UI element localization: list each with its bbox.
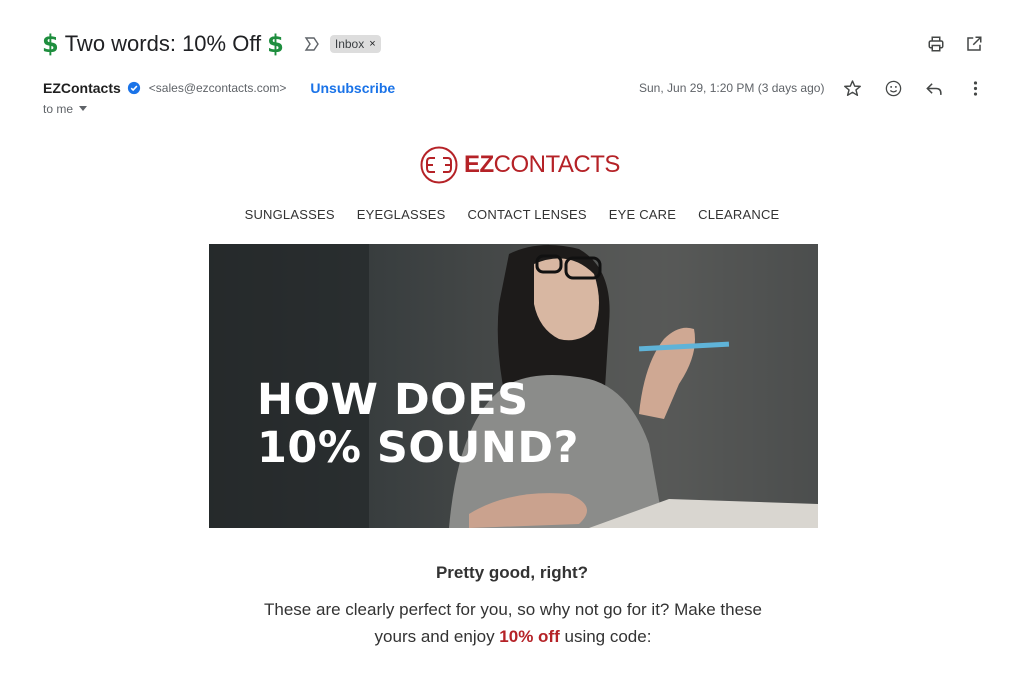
sender-email: <sales@ezcontacts.com> xyxy=(148,81,287,95)
ezcontacts-logo[interactable]: EZCONTACTS xyxy=(420,146,620,184)
unsubscribe-link[interactable]: Unsubscribe xyxy=(310,80,395,96)
sender-row: EZContacts <sales@ezcontacts.com> Unsubs… xyxy=(43,80,395,96)
sender-name[interactable]: EZContacts xyxy=(43,80,121,96)
nav-eyeglasses[interactable]: EYEGLASSES xyxy=(357,207,446,222)
inbox-label-text: Inbox xyxy=(334,37,365,51)
nav-sunglasses[interactable]: SUNGLASSES xyxy=(245,207,335,222)
reply-icon[interactable] xyxy=(924,78,944,98)
dollar-emoji-right: $ xyxy=(267,30,284,58)
email-paragraph: These are clearly perfect for you, so wh… xyxy=(250,596,776,650)
message-date: Sun, Jun 29, 1:20 PM (3 days ago) xyxy=(639,81,825,95)
hero-banner[interactable]: HOW DOES 10% SOUND? xyxy=(209,244,818,528)
message-actions xyxy=(842,78,985,98)
hero-line-2: 10% SOUND? xyxy=(257,423,579,473)
nav-clearance[interactable]: CLEARANCE xyxy=(698,207,779,222)
importance-marker-icon[interactable] xyxy=(304,37,320,51)
verified-badge-icon xyxy=(127,81,140,95)
email-nav: SUNGLASSES EYEGLASSES CONTACT LENSES EYE… xyxy=(0,207,1024,222)
recipient-label: to me xyxy=(43,102,74,116)
logo-rest-part: CONTACTS xyxy=(493,151,621,178)
nav-eye-care[interactable]: EYE CARE xyxy=(609,207,676,222)
inbox-label-chip: Inbox × xyxy=(329,35,381,53)
emoji-icon[interactable] xyxy=(883,78,903,98)
nav-contact-lenses[interactable]: CONTACT LENSES xyxy=(467,207,586,222)
paragraph-text-2: using code: xyxy=(559,627,652,646)
email-heading: Pretty good, right? xyxy=(435,563,589,582)
discount-highlight: 10% off xyxy=(499,627,560,646)
logo-wordmark: EZCONTACTS xyxy=(464,151,620,179)
remove-label-button[interactable]: × xyxy=(369,38,375,50)
chevron-down-icon xyxy=(79,106,88,111)
hero-headline: HOW DOES 10% SOUND? xyxy=(257,376,579,472)
open-in-new-window-icon[interactable] xyxy=(964,34,984,54)
logo-bold-part: EZ xyxy=(464,151,494,178)
dollar-emoji-left: $ xyxy=(42,30,59,58)
subject-row: $ Two words: 10% Off $ Inbox × xyxy=(42,28,381,60)
email-subject: Two words: 10% Off xyxy=(64,31,262,56)
more-vert-icon[interactable] xyxy=(965,78,985,98)
thread-toolbar xyxy=(926,34,984,54)
recipient-details-toggle[interactable]: to me xyxy=(43,102,88,116)
eyeglasses-logo-icon xyxy=(420,146,458,184)
hero-line-1: HOW DOES xyxy=(257,375,529,425)
print-icon[interactable] xyxy=(926,34,946,54)
star-icon[interactable] xyxy=(842,78,862,98)
